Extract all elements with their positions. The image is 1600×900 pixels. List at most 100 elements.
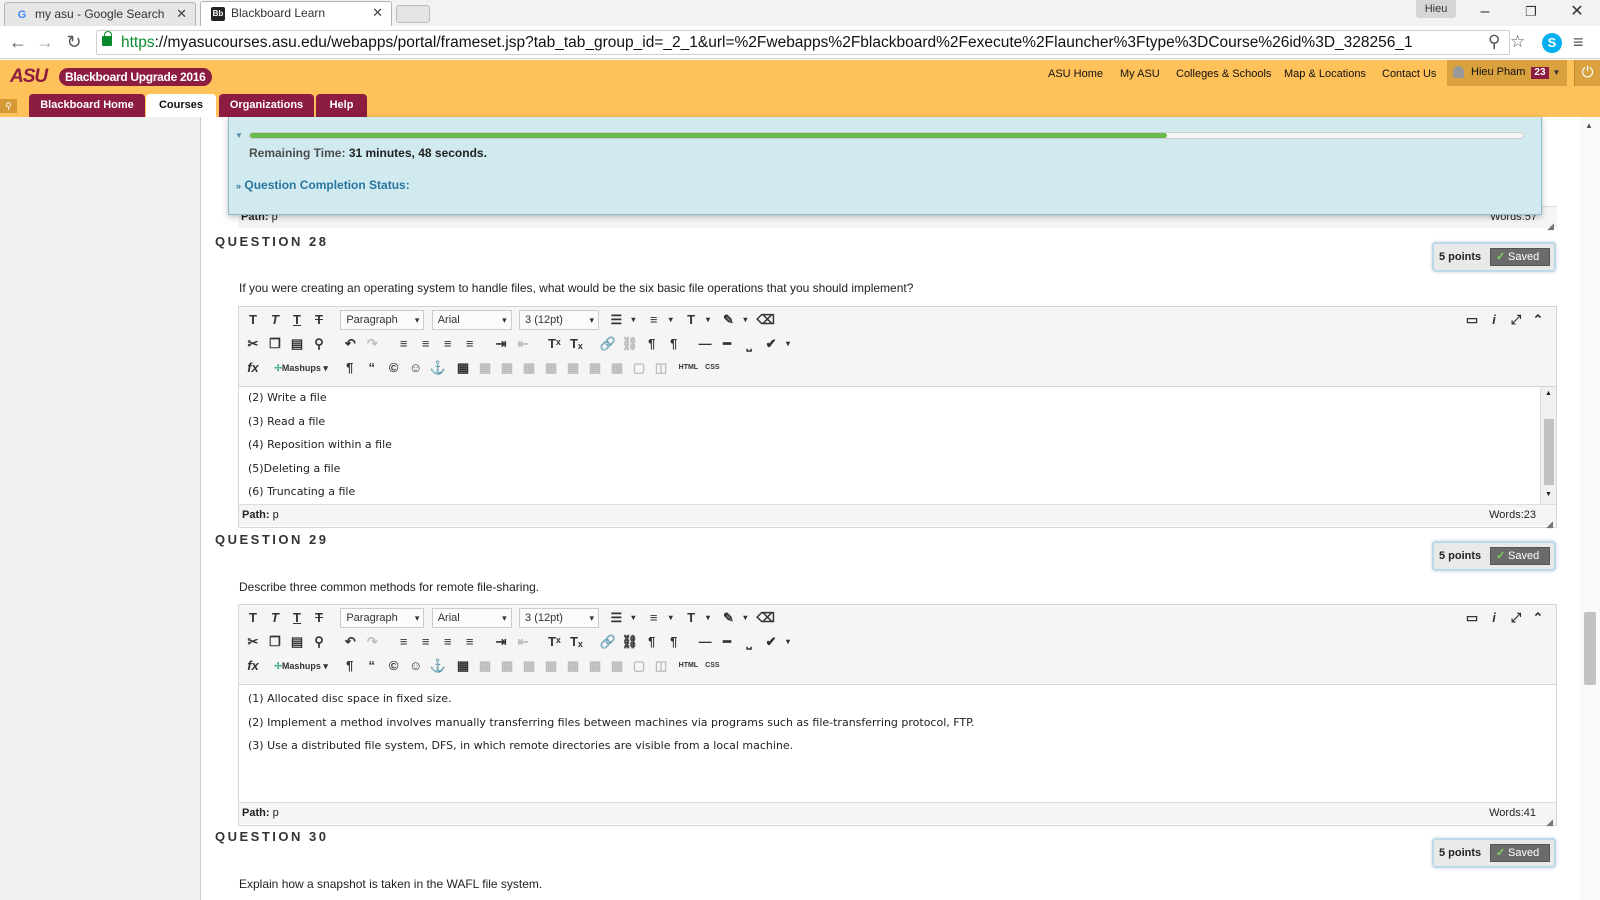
tab-courses[interactable]: Courses — [146, 94, 216, 117]
unlink-icon[interactable]: ⛓ — [620, 334, 640, 354]
horizontal-line-icon[interactable]: ━ — [717, 632, 737, 652]
bullet-list-icon[interactable]: ☰ — [606, 310, 626, 330]
blockquote-icon[interactable]: “ — [362, 656, 382, 676]
align-right-icon[interactable]: ≡ — [438, 632, 458, 652]
numbered-list-icon[interactable]: ≡ — [644, 608, 664, 628]
row-props-icon[interactable]: ◫ — [651, 358, 671, 378]
mashups-menu[interactable]: ✢Mashups ▾ — [274, 358, 336, 378]
tab-organizations[interactable]: Organizations — [219, 94, 314, 117]
notification-badge[interactable]: 23 — [1531, 67, 1549, 79]
spellcheck-icon[interactable]: ✔ — [761, 334, 781, 354]
redo-icon[interactable]: ↷ — [362, 334, 382, 354]
align-left-icon[interactable]: ≡ — [394, 632, 414, 652]
browser-tab-blackboard[interactable]: Bb Blackboard Learn ✕ — [200, 1, 392, 26]
back-icon[interactable]: ← — [6, 31, 30, 53]
copyright-icon[interactable]: © — [384, 358, 404, 378]
table-merge-icon[interactable]: ▦ — [541, 656, 561, 676]
subscript-icon[interactable]: Tₓ — [566, 334, 586, 354]
table-merge-icon[interactable]: ▦ — [541, 358, 561, 378]
close-tab-icon[interactable]: ✕ — [176, 3, 187, 25]
blockquote-icon[interactable]: “ — [362, 358, 382, 378]
cell-props-icon[interactable]: ▢ — [629, 656, 649, 676]
chrome-menu-icon[interactable]: ≡ — [1573, 32, 1584, 53]
italic-icon[interactable]: T — [265, 310, 285, 330]
resize-grip-icon[interactable]: ◢ — [1546, 812, 1553, 832]
fullscreen-icon[interactable]: ⤢ — [1506, 608, 1526, 628]
table-split-icon[interactable]: ▦ — [563, 358, 583, 378]
math-formula-icon[interactable]: fx — [243, 656, 263, 676]
zoom-icon[interactable]: ⚲ — [1488, 32, 1500, 52]
preview-icon[interactable]: ▭ — [1462, 608, 1482, 628]
link-asu-home[interactable]: ASU Home — [1048, 67, 1103, 81]
chevron-down-icon[interactable]: ▾ — [666, 608, 676, 628]
paste-icon[interactable]: ▤ — [287, 334, 307, 354]
chevron-down-icon[interactable]: ▾ — [783, 334, 793, 354]
highlight-icon[interactable]: ✎ — [718, 608, 738, 628]
strikethrough-icon[interactable]: T — [309, 608, 329, 628]
scrollbar-thumb[interactable] — [1584, 612, 1596, 685]
table-delete-icon[interactable]: ▦ — [607, 358, 627, 378]
text-color-icon[interactable]: T — [681, 608, 701, 628]
rtl-icon[interactable]: ¶ — [664, 632, 684, 652]
chevron-down-icon[interactable]: ▾ — [703, 608, 713, 628]
underline-icon[interactable]: T — [287, 310, 307, 330]
html-source-icon[interactable]: HTML — [676, 358, 700, 378]
bullet-list-icon[interactable]: ☰ — [606, 608, 626, 628]
close-tab-icon[interactable]: ✕ — [372, 2, 383, 24]
css-icon[interactable]: CSS — [702, 656, 722, 676]
horizontal-line-icon[interactable]: ━ — [717, 334, 737, 354]
page-scrollbar[interactable]: ▲ — [1580, 117, 1600, 900]
minimize-icon[interactable]: – — [1470, 2, 1500, 22]
preview-icon[interactable]: ▭ — [1462, 310, 1482, 330]
table-cell-icon[interactable]: ▦ — [519, 358, 539, 378]
chevron-down-icon[interactable]: ▾ — [703, 310, 713, 330]
chevron-down-icon[interactable]: ▾ — [628, 608, 638, 628]
table-col-icon[interactable]: ▦ — [497, 358, 517, 378]
table-row-icon[interactable]: ▦ — [475, 358, 495, 378]
row-props-icon[interactable]: ◫ — [651, 656, 671, 676]
link-map-locations[interactable]: Map & Locations — [1284, 67, 1366, 81]
horizontal-rule-icon[interactable]: — — [695, 334, 715, 354]
question-completion-status-toggle[interactable]: » Question Completion Status: — [236, 178, 410, 192]
link-my-asu[interactable]: My ASU — [1120, 67, 1160, 81]
asu-logo[interactable]: ASU — [10, 66, 48, 88]
align-center-icon[interactable]: ≡ — [416, 334, 436, 354]
html-source-icon[interactable]: HTML — [676, 656, 700, 676]
undo-icon[interactable]: ↶ — [340, 632, 360, 652]
eraser-icon[interactable]: ⌫ — [756, 608, 776, 628]
tab-help[interactable]: Help — [316, 94, 367, 117]
rtl-icon[interactable]: ¶ — [664, 334, 684, 354]
scroll-up-icon[interactable]: ▲ — [1545, 390, 1552, 397]
path-value[interactable]: p — [273, 807, 279, 819]
table-row-icon[interactable]: ▦ — [475, 656, 495, 676]
align-center-icon[interactable]: ≡ — [416, 632, 436, 652]
reload-icon[interactable]: ↻ — [62, 31, 86, 53]
underline-icon[interactable]: T — [287, 608, 307, 628]
chevron-down-icon[interactable]: ▾ — [740, 608, 750, 628]
emoticon-icon[interactable]: ☺ — [406, 358, 426, 378]
find-icon[interactable]: ⚲ — [309, 334, 329, 354]
editor-scrollbar-thumb[interactable] — [1544, 419, 1554, 485]
copyright-icon[interactable]: © — [384, 656, 404, 676]
question-28-answer-area[interactable]: (2) Write a file (3) Read a file (4) Rep… — [239, 387, 1556, 504]
info-icon[interactable]: i — [1484, 608, 1504, 628]
link-colleges-schools[interactable]: Colleges & Schools — [1176, 67, 1271, 81]
outdent-icon[interactable]: ⇤ — [513, 334, 533, 354]
table-icon[interactable]: ▦ — [453, 656, 473, 676]
table-delete-icon[interactable]: ▦ — [607, 656, 627, 676]
editor-scrollbar[interactable]: ▲ ▼ — [1540, 387, 1556, 504]
justify-icon[interactable]: ≡ — [460, 334, 480, 354]
anchor-icon[interactable]: ⚓ — [428, 656, 448, 676]
scroll-up-icon[interactable]: ▲ — [1585, 121, 1593, 130]
pin-icon[interactable]: ⚲ — [0, 99, 17, 113]
fullscreen-icon[interactable]: ⤢ — [1506, 310, 1526, 330]
link-icon[interactable]: 🔗 — [598, 632, 618, 652]
chevron-down-icon[interactable]: ▾ — [740, 310, 750, 330]
undo-icon[interactable]: ↶ — [340, 334, 360, 354]
paragraph-icon[interactable]: ¶ — [340, 358, 360, 378]
nonbreaking-space-icon[interactable]: ⎵ — [739, 334, 759, 354]
info-icon[interactable]: i — [1484, 310, 1504, 330]
question-29-editor[interactable]: TTTT Paragraph Arial 3 (12pt) ☰▾ ≡▾ T▾ ✎… — [238, 604, 1557, 827]
copy-icon[interactable]: ❐ — [265, 334, 285, 354]
close-window-icon[interactable]: ✕ — [1562, 2, 1592, 22]
